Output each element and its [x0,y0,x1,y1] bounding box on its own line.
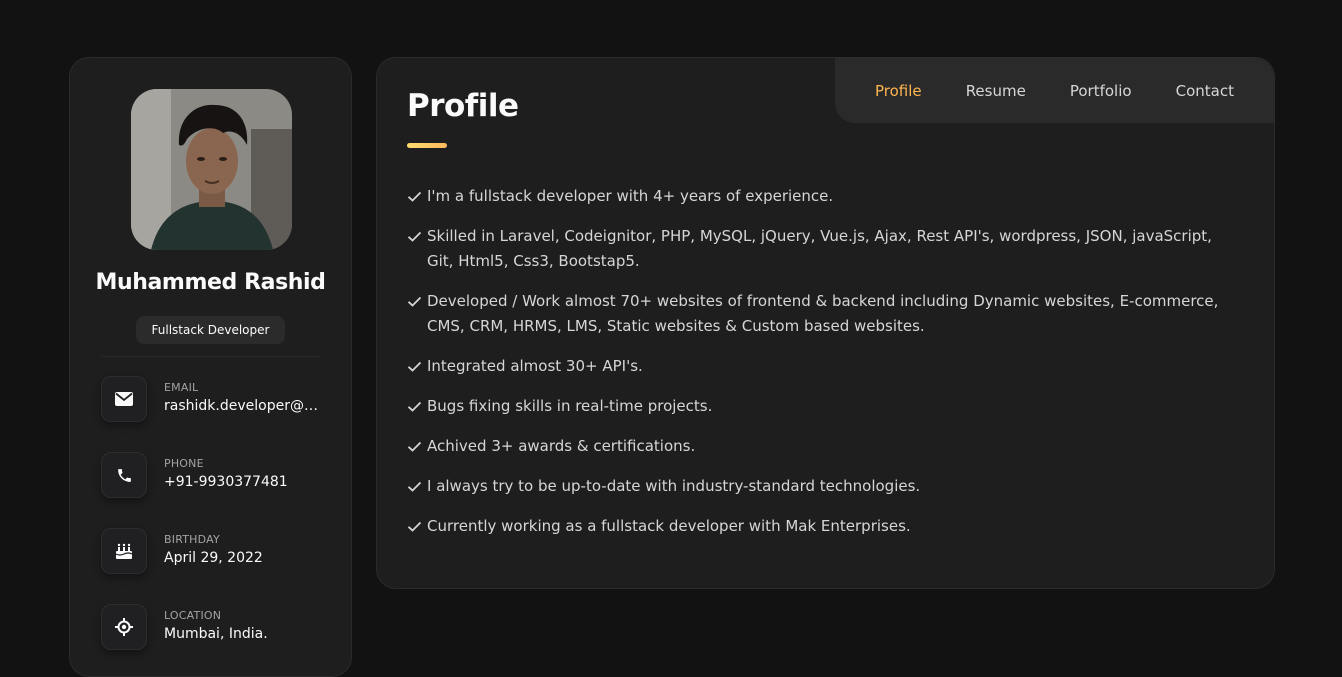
phone-link[interactable]: +91-9930377481 [164,474,324,490]
contact-label: PHONE [164,457,204,470]
list-item: Developed / Work almost 70+ websites of … [407,289,1237,339]
nav-contact[interactable]: Contact [1176,82,1234,100]
cake-icon [101,528,147,574]
check-icon [407,296,422,307]
contact-email: EMAIL rashidk.developer@g... [101,376,331,426]
check-icon [407,401,422,412]
avatar [131,89,292,250]
list-item: Bugs fixing skills in real-time projects… [407,394,1237,419]
bullet-text: Developed / Work almost 70+ websites of … [427,292,1219,335]
contact-location: LOCATION Mumbai, India. [101,604,331,654]
contact-phone: PHONE +91-9930377481 [101,452,331,502]
sidebar-separator [101,356,321,357]
bullet-text: Bugs fixing skills in real-time projects… [427,397,713,415]
phone-icon [101,452,147,498]
bullet-text: Achived 3+ awards & certifications. [427,437,696,455]
list-item: Skilled in Laravel, Codeignitor, PHP, My… [407,224,1237,274]
bullet-text: Integrated almost 30+ API's. [427,357,643,375]
page-title: Profile [407,88,519,124]
bullet-text: Currently working as a fullstack develop… [427,517,911,535]
navbar: Profile Resume Portfolio Contact [835,58,1274,123]
list-item: Achived 3+ awards & certifications. [407,434,1237,459]
profile-card: Profile Resume Portfolio Contact Profile… [376,57,1275,589]
list-item: Currently working as a fullstack develop… [407,514,1237,539]
mail-icon [101,376,147,422]
nav-portfolio[interactable]: Portfolio [1070,82,1132,100]
contact-label: EMAIL [164,381,199,394]
check-icon [407,361,422,372]
birthday-value: April 29, 2022 [164,550,263,566]
profile-name: Muhammed Rashid [95,270,326,295]
location-value: Mumbai, India. [164,626,268,642]
contact-label: BIRTHDAY [164,533,220,546]
check-icon [407,191,422,202]
check-icon [407,441,422,452]
bullet-text: Skilled in Laravel, Codeignitor, PHP, My… [427,227,1212,270]
check-icon [407,481,422,492]
profile-bullet-list: I'm a fullstack developer with 4+ years … [407,184,1237,554]
email-link[interactable]: rashidk.developer@g... [164,398,324,414]
nav-resume[interactable]: Resume [966,82,1026,100]
list-item: I'm a fullstack developer with 4+ years … [407,184,1237,209]
location-icon [101,604,147,650]
list-item: I always try to be up-to-date with indus… [407,474,1237,499]
list-item: Integrated almost 30+ API's. [407,354,1237,379]
contact-birthday: BIRTHDAY April 29, 2022 [101,528,331,578]
bullet-text: I'm a fullstack developer with 4+ years … [427,187,834,205]
contact-label: LOCATION [164,609,222,622]
check-icon [407,231,422,242]
job-title-badge: Fullstack Developer [136,316,285,344]
bullet-text: I always try to be up-to-date with indus… [427,477,921,495]
nav-profile[interactable]: Profile [875,82,922,100]
title-underline [407,143,447,148]
sidebar: Muhammed Rashid Fullstack Developer EMAI… [69,57,352,677]
check-icon [407,521,422,532]
